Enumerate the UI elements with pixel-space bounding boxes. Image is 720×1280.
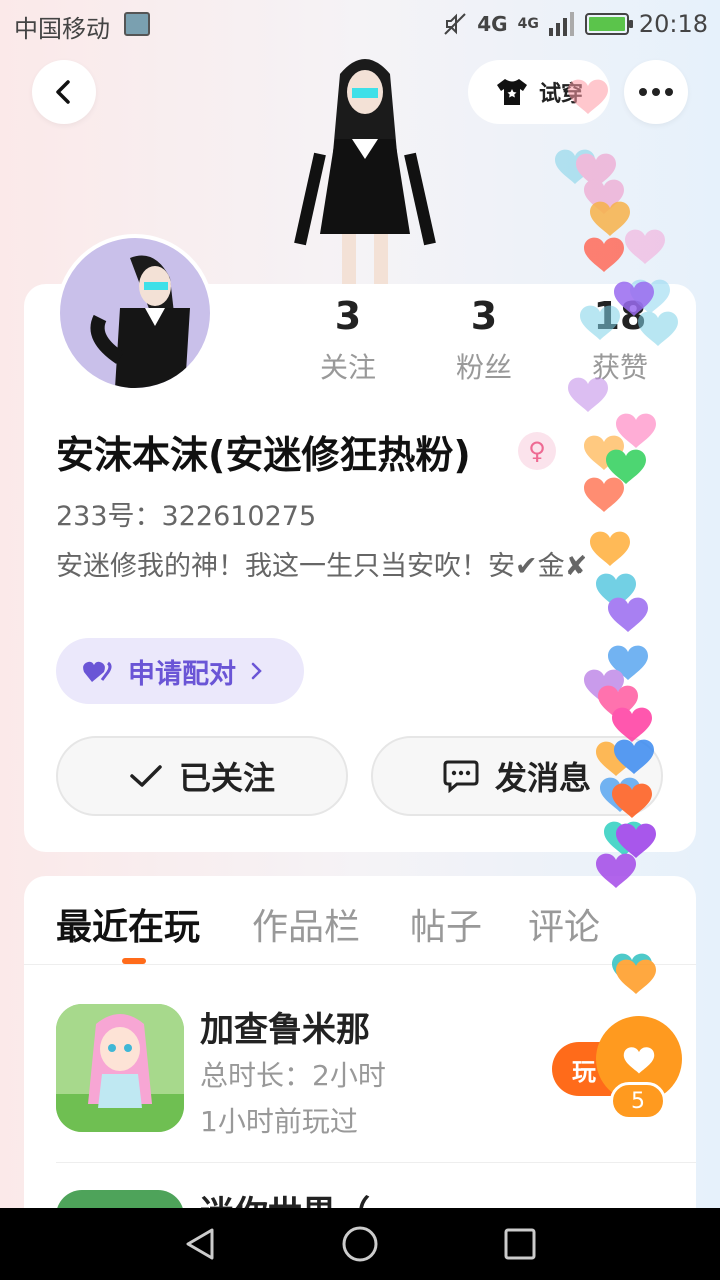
signal-icon <box>548 12 574 36</box>
female-icon: ♀ <box>518 432 556 470</box>
nav-back-icon[interactable] <box>182 1226 218 1262</box>
game-title[interactable]: 加查鲁米那 <box>200 1002 370 1051</box>
user-id: 233号：322610275 <box>56 501 317 532</box>
tab-works[interactable]: 作品栏 <box>252 898 360 950</box>
mute-icon <box>444 13 466 35</box>
stat-following[interactable]: 3 关注 <box>288 294 408 386</box>
avatar-3d-figure[interactable] <box>290 44 440 284</box>
hearts-icon <box>83 661 112 682</box>
game-last-played: 1小时前玩过 <box>200 1105 358 1138</box>
pair-request-label: 申请配对 <box>128 658 236 690</box>
more-button[interactable] <box>624 60 688 124</box>
send-message-button[interactable]: 发消息 <box>371 736 663 816</box>
following-label: 关注 <box>319 351 376 384</box>
fans-count: 3 <box>470 294 498 338</box>
battery-icon <box>584 13 633 35</box>
heart-icon <box>623 1047 655 1074</box>
status-bar: 中国移动 4G 4G 20:18 <box>0 0 720 48</box>
game-icon-gacha[interactable] <box>56 1004 184 1132</box>
follow-label: 已关注 <box>178 759 275 797</box>
clock: 20:18 <box>638 10 708 38</box>
user-bio: 安迷修我的神！我这一生只当安吹！安✔金✘ <box>56 551 588 582</box>
stat-likes[interactable]: 18 获赞 <box>560 294 680 386</box>
system-nav-bar <box>0 1208 720 1280</box>
back-button[interactable] <box>32 60 96 124</box>
network-indicator-2: 4G <box>517 16 539 32</box>
tab-recently-played[interactable]: 最近在玩 <box>56 898 200 950</box>
tab-posts[interactable]: 帖子 <box>410 898 482 950</box>
network-indicator-1: 4G <box>477 12 508 36</box>
likes-count: 18 <box>593 294 647 338</box>
stat-fans[interactable]: 3 粉丝 <box>424 294 544 386</box>
avatar[interactable] <box>56 234 214 392</box>
chat-bubble-icon <box>443 760 479 793</box>
chevron-left-icon <box>56 80 70 104</box>
nav-home-icon[interactable] <box>340 1224 380 1264</box>
pair-request-button[interactable]: 申请配对 <box>56 638 304 704</box>
follow-button[interactable]: 已关注 <box>56 736 348 816</box>
more-dots-icon <box>639 88 673 96</box>
game-duration: 总时长：2小时 <box>200 1059 386 1092</box>
nav-recents-icon[interactable] <box>502 1226 538 1262</box>
send-message-label: 发消息 <box>494 759 591 797</box>
play-label: 玩 <box>572 1057 596 1086</box>
sim-notification-icon <box>124 12 150 36</box>
following-count: 3 <box>334 294 362 338</box>
row-divider <box>56 1162 696 1163</box>
carrier-name: 中国移动 <box>14 15 110 43</box>
tshirt-icon <box>496 79 527 105</box>
chevron-right-icon <box>251 662 262 680</box>
try-on-label: 试穿 <box>538 82 583 107</box>
fans-label: 粉丝 <box>455 351 512 384</box>
tabs-divider <box>24 964 696 965</box>
like-count-badge: 5 <box>610 1082 666 1120</box>
user-name: 安沫本沫(安迷修狂热粉) <box>56 433 471 477</box>
likes-label: 获赞 <box>591 351 648 384</box>
tab-comments[interactable]: 评论 <box>528 898 600 950</box>
checkmark-icon <box>130 765 162 787</box>
try-on-button[interactable]: 试穿 <box>468 60 610 124</box>
